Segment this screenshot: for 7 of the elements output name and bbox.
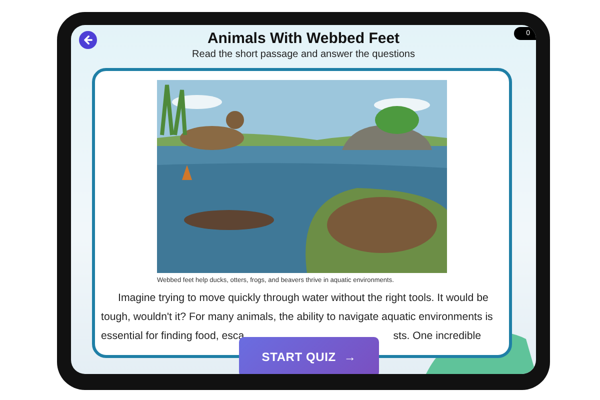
page-subtitle: Read the short passage and answer the questions [191, 49, 416, 60]
back-arrow-icon [82, 34, 94, 46]
passage-line: Imagine trying to move quickly through water without the right tools. It would be [117, 291, 490, 306]
page-title: Animals With Webbed Feet [206, 30, 401, 47]
passage-fragment: sts. One incredible [393, 329, 481, 344]
passage-line: tough, wouldn't it? For many animals, the ability to navigate aquatic environments is [101, 310, 494, 325]
back-button[interactable] [79, 31, 97, 49]
